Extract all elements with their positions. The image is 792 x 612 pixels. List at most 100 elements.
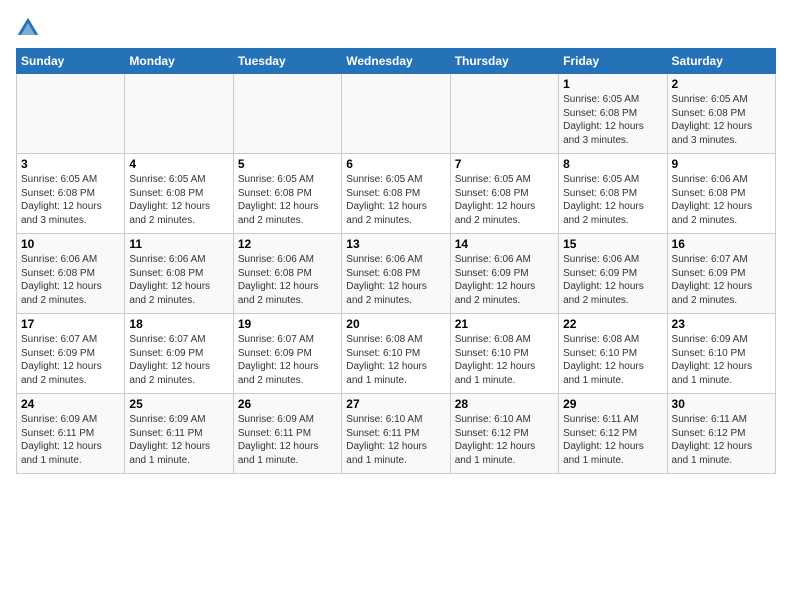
header-day-tuesday: Tuesday <box>233 49 341 74</box>
day-info: Sunrise: 6:05 AM Sunset: 6:08 PM Dayligh… <box>238 173 337 227</box>
day-number: 26 <box>238 397 337 411</box>
day-number: 25 <box>129 397 228 411</box>
day-info: Sunrise: 6:06 AM Sunset: 6:09 PM Dayligh… <box>563 253 662 307</box>
header-day-sunday: Sunday <box>17 49 125 74</box>
day-number: 13 <box>346 237 445 251</box>
week-row-2: 3Sunrise: 6:05 AM Sunset: 6:08 PM Daylig… <box>17 154 776 234</box>
day-info: Sunrise: 6:06 AM Sunset: 6:08 PM Dayligh… <box>346 253 445 307</box>
calendar-cell: 6 Sunrise: 6:05 AM Sunset: 6:08 PM Daylig… <box>342 154 450 234</box>
day-info: Sunrise: 6:08 AM Sunset: 6:10 PM Dayligh… <box>346 333 445 387</box>
header-row: SundayMondayTuesdayWednesdayThursdayFrid… <box>17 49 776 74</box>
week-row-4: 17 Sunrise: 6:07 AM Sunset: 6:09 PM Dayli… <box>17 314 776 394</box>
header-day-friday: Friday <box>559 49 667 74</box>
day-number: 23 <box>672 317 771 331</box>
day-number: 12 <box>238 237 337 251</box>
week-row-3: 10Sunrise: 6:06 AM Sunset: 6:08 PM Dayli… <box>17 234 776 314</box>
day-number: 11 <box>129 237 228 251</box>
day-number: 4 <box>129 157 228 171</box>
day-info: Sunrise: 6:09 AM Sunset: 6:11 PM Dayligh… <box>21 413 120 467</box>
calendar-cell: 26 Sunrise: 6:09 AM Sunset: 6:11 PM Dayli… <box>233 394 341 474</box>
calendar-cell: 18 Sunrise: 6:07 AM Sunset: 6:09 PM Dayli… <box>125 314 233 394</box>
day-number: 20 <box>346 317 445 331</box>
calendar-cell: 23 Sunrise: 6:09 AM Sunset: 6:10 PM Dayli… <box>667 314 775 394</box>
calendar-cell: 4 Sunrise: 6:05 AM Sunset: 6:08 PM Daylig… <box>125 154 233 234</box>
day-number: 22 <box>563 317 662 331</box>
calendar-cell: 15 Sunrise: 6:06 AM Sunset: 6:09 PM Dayli… <box>559 234 667 314</box>
day-number: 6 <box>346 157 445 171</box>
calendar-cell <box>17 74 125 154</box>
calendar-cell: 29 Sunrise: 6:11 AM Sunset: 6:12 PM Dayli… <box>559 394 667 474</box>
day-info: Sunrise: 6:05 AM Sunset: 6:08 PM Dayligh… <box>129 173 228 227</box>
calendar-cell: 20 Sunrise: 6:08 AM Sunset: 6:10 PM Dayli… <box>342 314 450 394</box>
calendar-cell: 16 Sunrise: 6:07 AM Sunset: 6:09 PM Dayli… <box>667 234 775 314</box>
day-info: Sunrise: 6:07 AM Sunset: 6:09 PM Dayligh… <box>238 333 337 387</box>
day-number: 9 <box>672 157 771 171</box>
day-info: Sunrise: 6:09 AM Sunset: 6:11 PM Dayligh… <box>129 413 228 467</box>
day-number: 15 <box>563 237 662 251</box>
calendar-cell: 2 Sunrise: 6:05 AM Sunset: 6:08 PM Daylig… <box>667 74 775 154</box>
calendar-header: SundayMondayTuesdayWednesdayThursdayFrid… <box>17 49 776 74</box>
day-info: Sunrise: 6:07 AM Sunset: 6:09 PM Dayligh… <box>21 333 120 387</box>
day-number: 30 <box>672 397 771 411</box>
day-info: Sunrise: 6:07 AM Sunset: 6:09 PM Dayligh… <box>672 253 771 307</box>
week-row-1: 1Sunrise: 6:05 AM Sunset: 6:08 PM Daylig… <box>17 74 776 154</box>
day-info: Sunrise: 6:06 AM Sunset: 6:08 PM Dayligh… <box>238 253 337 307</box>
calendar-table: SundayMondayTuesdayWednesdayThursdayFrid… <box>16 48 776 474</box>
day-number: 29 <box>563 397 662 411</box>
day-number: 14 <box>455 237 554 251</box>
calendar-cell: 24 Sunrise: 6:09 AM Sunset: 6:11 PM Dayli… <box>17 394 125 474</box>
day-info: Sunrise: 6:11 AM Sunset: 6:12 PM Dayligh… <box>563 413 662 467</box>
day-number: 27 <box>346 397 445 411</box>
calendar-cell <box>450 74 558 154</box>
day-number: 19 <box>238 317 337 331</box>
day-info: Sunrise: 6:05 AM Sunset: 6:08 PM Dayligh… <box>346 173 445 227</box>
calendar-cell: 21 Sunrise: 6:08 AM Sunset: 6:10 PM Dayli… <box>450 314 558 394</box>
day-info: Sunrise: 6:08 AM Sunset: 6:10 PM Dayligh… <box>563 333 662 387</box>
calendar-body: 1Sunrise: 6:05 AM Sunset: 6:08 PM Daylig… <box>17 74 776 474</box>
calendar-cell: 3Sunrise: 6:05 AM Sunset: 6:08 PM Daylig… <box>17 154 125 234</box>
day-info: Sunrise: 6:05 AM Sunset: 6:08 PM Dayligh… <box>563 93 662 147</box>
calendar-cell: 5 Sunrise: 6:05 AM Sunset: 6:08 PM Daylig… <box>233 154 341 234</box>
day-number: 18 <box>129 317 228 331</box>
logo-icon <box>16 16 40 40</box>
day-info: Sunrise: 6:11 AM Sunset: 6:12 PM Dayligh… <box>672 413 771 467</box>
page-header <box>16 16 776 40</box>
calendar-cell: 1Sunrise: 6:05 AM Sunset: 6:08 PM Daylig… <box>559 74 667 154</box>
calendar-cell: 12 Sunrise: 6:06 AM Sunset: 6:08 PM Dayli… <box>233 234 341 314</box>
week-row-5: 24 Sunrise: 6:09 AM Sunset: 6:11 PM Dayli… <box>17 394 776 474</box>
calendar-cell: 11 Sunrise: 6:06 AM Sunset: 6:08 PM Dayli… <box>125 234 233 314</box>
calendar-cell: 8Sunrise: 6:05 AM Sunset: 6:08 PM Daylig… <box>559 154 667 234</box>
day-info: Sunrise: 6:05 AM Sunset: 6:08 PM Dayligh… <box>672 93 771 147</box>
day-info: Sunrise: 6:08 AM Sunset: 6:10 PM Dayligh… <box>455 333 554 387</box>
calendar-cell: 25 Sunrise: 6:09 AM Sunset: 6:11 PM Dayli… <box>125 394 233 474</box>
calendar-cell: 10Sunrise: 6:06 AM Sunset: 6:08 PM Dayli… <box>17 234 125 314</box>
calendar-cell: 14 Sunrise: 6:06 AM Sunset: 6:09 PM Dayli… <box>450 234 558 314</box>
calendar-cell: 22 Sunrise: 6:08 AM Sunset: 6:10 PM Dayli… <box>559 314 667 394</box>
day-info: Sunrise: 6:10 AM Sunset: 6:12 PM Dayligh… <box>455 413 554 467</box>
day-info: Sunrise: 6:10 AM Sunset: 6:11 PM Dayligh… <box>346 413 445 467</box>
calendar-cell: 17 Sunrise: 6:07 AM Sunset: 6:09 PM Dayli… <box>17 314 125 394</box>
day-number: 24 <box>21 397 120 411</box>
header-day-saturday: Saturday <box>667 49 775 74</box>
calendar-cell: 7Sunrise: 6:05 AM Sunset: 6:08 PM Daylig… <box>450 154 558 234</box>
calendar-cell: 30 Sunrise: 6:11 AM Sunset: 6:12 PM Dayli… <box>667 394 775 474</box>
calendar-cell: 28 Sunrise: 6:10 AM Sunset: 6:12 PM Dayli… <box>450 394 558 474</box>
day-info: Sunrise: 6:05 AM Sunset: 6:08 PM Dayligh… <box>455 173 554 227</box>
day-number: 28 <box>455 397 554 411</box>
day-number: 16 <box>672 237 771 251</box>
day-info: Sunrise: 6:09 AM Sunset: 6:10 PM Dayligh… <box>672 333 771 387</box>
day-number: 2 <box>672 77 771 91</box>
calendar-cell <box>342 74 450 154</box>
day-info: Sunrise: 6:06 AM Sunset: 6:09 PM Dayligh… <box>455 253 554 307</box>
calendar-cell: 27 Sunrise: 6:10 AM Sunset: 6:11 PM Dayli… <box>342 394 450 474</box>
day-info: Sunrise: 6:09 AM Sunset: 6:11 PM Dayligh… <box>238 413 337 467</box>
logo <box>16 16 44 40</box>
calendar-cell <box>233 74 341 154</box>
day-number: 21 <box>455 317 554 331</box>
day-info: Sunrise: 6:06 AM Sunset: 6:08 PM Dayligh… <box>672 173 771 227</box>
day-number: 17 <box>21 317 120 331</box>
calendar-cell: 19 Sunrise: 6:07 AM Sunset: 6:09 PM Dayli… <box>233 314 341 394</box>
day-info: Sunrise: 6:06 AM Sunset: 6:08 PM Dayligh… <box>129 253 228 307</box>
day-number: 5 <box>238 157 337 171</box>
day-info: Sunrise: 6:07 AM Sunset: 6:09 PM Dayligh… <box>129 333 228 387</box>
